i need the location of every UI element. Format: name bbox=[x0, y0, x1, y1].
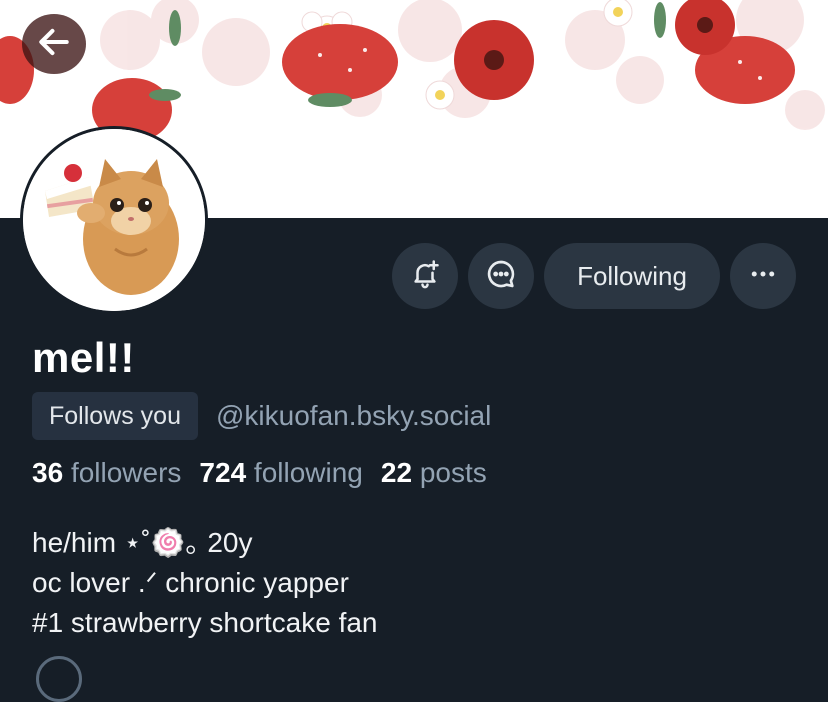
bell-plus-icon bbox=[410, 259, 440, 294]
handle-row: Follows you @kikuofan.bsky.social bbox=[32, 392, 491, 440]
following-button[interactable]: Following bbox=[544, 243, 720, 309]
followers-label: followers bbox=[70, 457, 182, 488]
avatar[interactable] bbox=[20, 126, 208, 314]
following-label: following bbox=[253, 457, 363, 488]
back-button[interactable] bbox=[22, 14, 86, 74]
posts-count: 22 bbox=[380, 457, 413, 488]
ellipsis-icon bbox=[748, 259, 778, 294]
bio-line: #1 strawberry shortcake fan bbox=[32, 607, 378, 638]
more-options-button[interactable] bbox=[730, 243, 796, 309]
followers-stat[interactable]: 36 followers bbox=[32, 457, 181, 489]
profile-actions: Following bbox=[392, 243, 796, 309]
message-button[interactable] bbox=[468, 243, 534, 309]
avatar-image bbox=[23, 129, 205, 311]
display-name: mel!! bbox=[32, 334, 135, 381]
bio-line: oc lover .ᐟ chronic yapper bbox=[32, 567, 349, 598]
posts-label: posts bbox=[419, 457, 487, 488]
followers-count: 36 bbox=[32, 457, 64, 488]
profile-bio: he/him ⋆˚🍥｡ 20y oc lover .ᐟ chronic yapp… bbox=[32, 523, 378, 643]
arrow-left-icon bbox=[35, 23, 73, 66]
follows-you-badge: Follows you bbox=[32, 392, 198, 440]
partial-avatar-icon bbox=[36, 656, 82, 702]
chat-bubble-icon bbox=[485, 258, 517, 295]
subscribe-button[interactable] bbox=[392, 243, 458, 309]
following-count: 724 bbox=[199, 457, 247, 488]
posts-stat: 22 posts bbox=[381, 457, 487, 489]
following-stat[interactable]: 724 following bbox=[199, 457, 362, 489]
user-handle[interactable]: @kikuofan.bsky.social bbox=[216, 400, 491, 432]
following-button-label: Following bbox=[577, 260, 687, 291]
bio-line: he/him ⋆˚🍥｡ 20y bbox=[32, 527, 253, 558]
profile-stats: 36 followers 724 following 22 posts bbox=[32, 457, 487, 489]
